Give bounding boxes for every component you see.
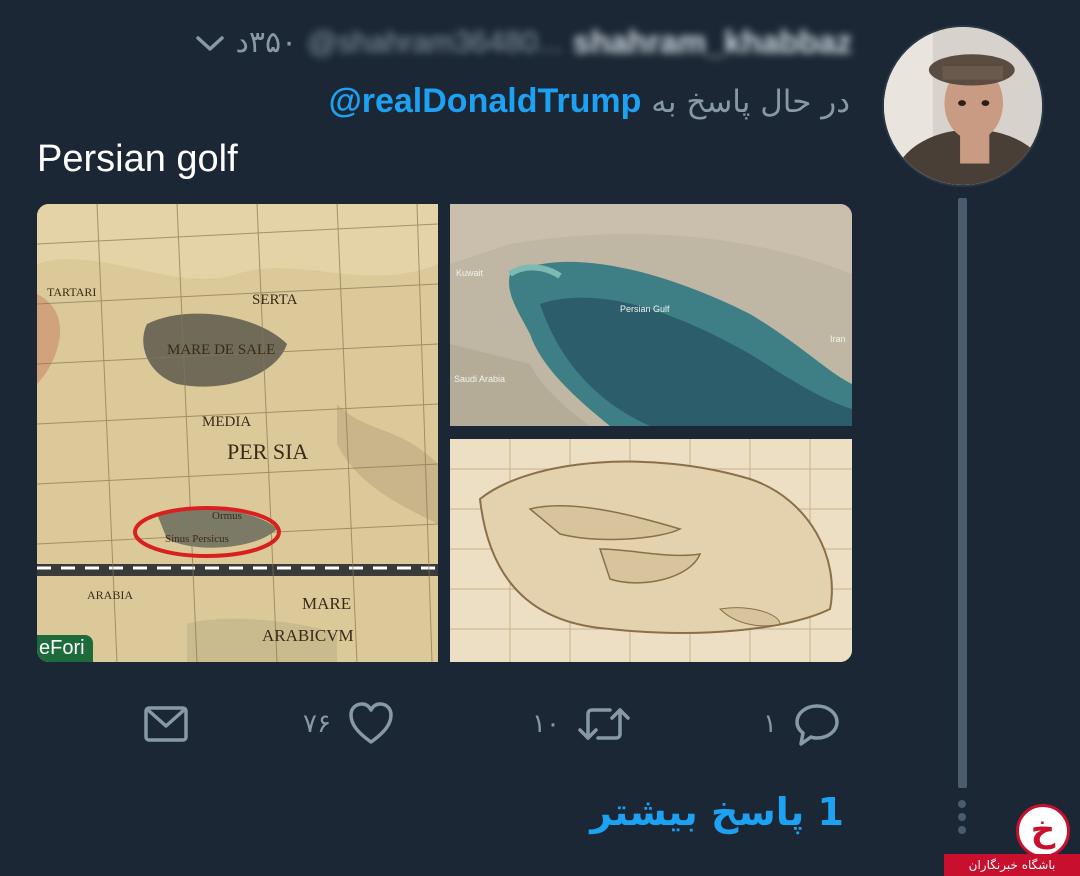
heart-icon (349, 702, 393, 744)
reply-mention-link[interactable]: @realDonaldTrump (329, 82, 642, 120)
reply-context: در حال پاسخ به @realDonaldTrump (329, 82, 850, 121)
logo-caption: باشگاه خبرنگاران (944, 854, 1080, 876)
satellite-drawing: Kuwait Persian Gulf Iran Saudi Arabia (450, 204, 852, 426)
tweet-header: ۳۵۰د @shahram36480... shahram_khabbaz (195, 24, 852, 61)
map-label-sinus: Sinus Persicus (165, 533, 229, 545)
old-map-drawing: MARE DE SALE PER SIA MEDIA ARABICVM MARE… (37, 204, 438, 662)
corner-logo: خ باشگاه خبرنگاران (944, 800, 1080, 876)
map-label-tartari: TARTARI (47, 285, 96, 299)
share-button[interactable] (142, 700, 190, 748)
map-label-media: MEDIA (202, 414, 251, 430)
thread-line (958, 198, 967, 788)
map-label-arabia: ARABIA (87, 588, 133, 602)
tweet-time: ۳۵۰د (235, 25, 298, 60)
envelope-icon (144, 706, 188, 742)
media-grid: MARE DE SALE PER SIA MEDIA ARABICVM MARE… (37, 204, 852, 662)
sat-label-iran: Iran (830, 334, 846, 344)
retweet-count: ۱۰ (532, 709, 560, 739)
map-label-persia: PER SIA (227, 439, 308, 464)
reply-icon (795, 704, 839, 746)
map-label-mare: MARE (302, 594, 351, 613)
sat-label-saudi: Saudi Arabia (454, 374, 505, 384)
reply-count: ۱ (763, 709, 777, 739)
sat-label-persian-gulf: Persian Gulf (620, 304, 670, 314)
tweet-screen: ۳۵۰د @shahram36480... shahram_khabbaz در… (0, 0, 1080, 876)
reply-button[interactable]: ۱ (763, 700, 841, 748)
avatar-photo (884, 27, 1042, 185)
user-handle[interactable]: @shahram36480... (307, 26, 563, 60)
tweet-text: Persian golf (37, 138, 238, 180)
tweet-actions: ۷۶ ۱۰ ۱ (0, 700, 900, 750)
retweet-button[interactable]: ۱۰ (532, 700, 632, 748)
display-name[interactable]: shahram_khabbaz (573, 24, 852, 61)
map-label-ormus: Ormus (212, 510, 242, 522)
ancient-map-drawing (450, 439, 852, 662)
reply-prefix: در حال پاسخ به (651, 84, 850, 120)
map-label-arabicvm: ARABICVM (262, 626, 354, 645)
like-count: ۷۶ (303, 709, 331, 739)
media-image-satellite[interactable]: Kuwait Persian Gulf Iran Saudi Arabia (450, 204, 852, 426)
logo-mark: خ (1016, 804, 1070, 858)
image-watermark: eFori (37, 635, 93, 662)
media-image-ancient-map[interactable] (450, 439, 852, 662)
retweet-icon (578, 708, 630, 740)
more-replies-link[interactable]: 1 پاسخ بیشتر (590, 790, 844, 834)
like-button[interactable]: ۷۶ (303, 700, 395, 748)
map-label-mare-de-sale: MARE DE SALE (167, 342, 275, 358)
media-image-old-map[interactable]: MARE DE SALE PER SIA MEDIA ARABICVM MARE… (37, 204, 438, 662)
chevron-down-icon[interactable] (195, 32, 225, 54)
sat-label-kuwait: Kuwait (456, 268, 484, 278)
avatar[interactable] (882, 25, 1044, 187)
map-label-serta: SERTA (252, 292, 298, 308)
